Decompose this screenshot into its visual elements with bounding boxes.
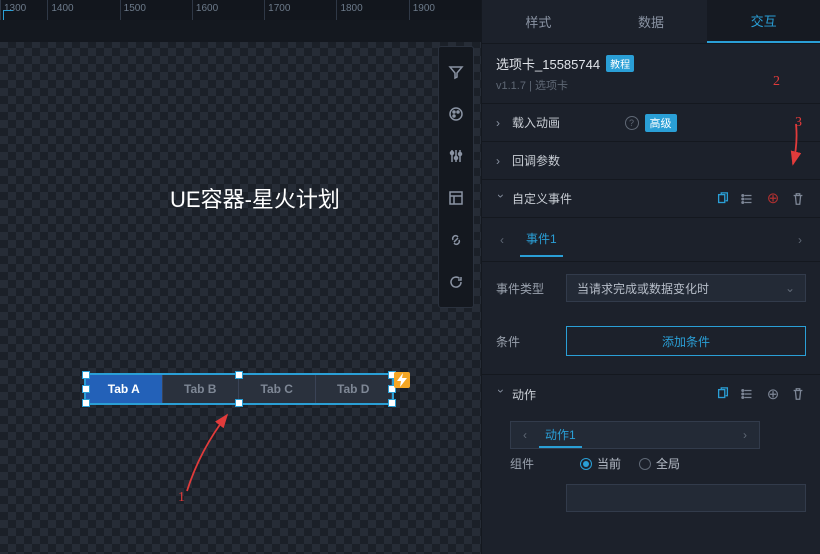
event-type-value: 当请求完成或数据变化时 bbox=[577, 280, 709, 297]
ruler-mark: 1600 bbox=[192, 0, 264, 20]
action-tabs: ‹ 动作1 › bbox=[482, 413, 820, 449]
ruler-mark: 1700 bbox=[264, 0, 336, 20]
annotation-label-1: 1 bbox=[178, 490, 185, 506]
event-type-field: 事件类型 当请求完成或数据变化时 ⌄ bbox=[482, 262, 820, 314]
advanced-tag: 高级 bbox=[645, 114, 677, 132]
event-tab-1[interactable]: 事件1 bbox=[520, 222, 563, 257]
tutorial-badge[interactable]: 教程 bbox=[606, 55, 634, 72]
sliders-icon[interactable] bbox=[438, 135, 474, 177]
event-type-label: 事件类型 bbox=[496, 280, 552, 297]
component-version: v1.1.7 bbox=[496, 80, 526, 92]
ruler-mark: 1800 bbox=[336, 0, 408, 20]
event-tabs: ‹ 事件1 › bbox=[482, 218, 820, 262]
condition-label: 条件 bbox=[496, 333, 552, 350]
action-row[interactable]: › 动作 ⊕ bbox=[482, 375, 820, 413]
tab-c[interactable]: Tab C bbox=[239, 375, 316, 403]
event-type-select[interactable]: 当请求完成或数据变化时 ⌄ bbox=[566, 274, 806, 302]
canvas-title-text: UE容器-星火计划 bbox=[165, 185, 345, 216]
copy-icon[interactable] bbox=[715, 191, 731, 207]
radio-current[interactable]: 当前 bbox=[580, 455, 621, 472]
radio-global[interactable]: 全局 bbox=[639, 455, 680, 472]
load-animation-label: 载入动画 bbox=[512, 114, 619, 131]
resize-handle[interactable] bbox=[235, 371, 243, 379]
help-icon[interactable]: ? bbox=[625, 116, 639, 130]
resize-handle[interactable] bbox=[388, 399, 396, 407]
action-label: 动作 bbox=[512, 386, 709, 403]
annotation-arrow-1 bbox=[175, 405, 245, 495]
radio-dot-icon bbox=[639, 458, 651, 470]
resize-handle[interactable] bbox=[82, 371, 90, 379]
component-type: 选项卡 bbox=[535, 80, 568, 92]
ruler-mark: 1400 bbox=[47, 0, 119, 20]
right-toolbar bbox=[438, 46, 474, 308]
add-condition-button[interactable]: 添加条件 bbox=[566, 326, 806, 356]
tab-a[interactable]: Tab A bbox=[86, 375, 163, 403]
ruler-mark: 1500 bbox=[120, 0, 192, 20]
tabs-widget[interactable]: Tab A Tab B Tab C Tab D bbox=[84, 373, 394, 405]
custom-event-label: 自定义事件 bbox=[512, 190, 709, 207]
caret-down-icon: ⌄ bbox=[785, 281, 795, 295]
link-icon[interactable] bbox=[438, 219, 474, 261]
chevron-right-icon: › bbox=[496, 154, 506, 168]
canvas-margin bbox=[0, 20, 481, 42]
next-event-icon[interactable]: › bbox=[794, 233, 806, 247]
component-header: 选项卡_15585744 教程 v1.1.7 | 选项卡 2 bbox=[482, 44, 820, 104]
chevron-right-icon: › bbox=[496, 116, 506, 130]
copy-icon[interactable] bbox=[715, 386, 731, 402]
properties-panel: 样式 数据 交互 选项卡_15585744 教程 v1.1.7 | 选项卡 2 … bbox=[481, 0, 820, 554]
canvas[interactable]: 1300 1400 1500 1600 1700 1800 1900 UE容器-… bbox=[0, 0, 481, 554]
palette-icon[interactable] bbox=[438, 93, 474, 135]
layout-icon[interactable] bbox=[438, 177, 474, 219]
delete-icon[interactable] bbox=[790, 191, 806, 207]
component-select[interactable] bbox=[566, 484, 806, 512]
prev-event-icon[interactable]: ‹ bbox=[496, 233, 508, 247]
callback-label: 回调参数 bbox=[512, 152, 806, 169]
tab-b[interactable]: Tab B bbox=[163, 375, 240, 403]
resize-handle[interactable] bbox=[82, 385, 90, 393]
add-icon[interactable]: ⊕ bbox=[765, 386, 781, 402]
list-icon[interactable] bbox=[740, 386, 756, 402]
prev-action-icon[interactable]: ‹ bbox=[519, 428, 531, 442]
ruler-origin-icon bbox=[3, 10, 13, 20]
tab-data[interactable]: 数据 bbox=[595, 0, 708, 43]
ruler: 1300 1400 1500 1600 1700 1800 1900 bbox=[0, 0, 481, 20]
custom-event-row[interactable]: › 自定义事件 ⊕ bbox=[482, 180, 820, 218]
tab-style[interactable]: 样式 bbox=[482, 0, 595, 43]
filter-icon[interactable] bbox=[438, 51, 474, 93]
next-action-icon[interactable]: › bbox=[739, 428, 751, 442]
component-field-label: 组件 bbox=[510, 455, 566, 472]
add-icon[interactable]: ⊕ bbox=[765, 191, 781, 207]
list-icon[interactable] bbox=[740, 191, 756, 207]
panel-tabs: 样式 数据 交互 bbox=[482, 0, 820, 44]
ruler-mark: 1900 bbox=[409, 0, 481, 20]
chevron-down-icon: › bbox=[494, 194, 508, 204]
chevron-down-icon: › bbox=[494, 389, 508, 399]
bolt-icon[interactable] bbox=[394, 372, 410, 388]
tab-interact[interactable]: 交互 bbox=[707, 0, 820, 43]
annotation-label-3: 3 bbox=[795, 115, 802, 131]
resize-handle[interactable] bbox=[82, 399, 90, 407]
condition-field: 条件 添加条件 bbox=[482, 314, 820, 368]
component-name: 选项卡_15585744 bbox=[496, 54, 600, 73]
action-tab-1[interactable]: 动作1 bbox=[539, 423, 582, 448]
load-animation-row[interactable]: › 载入动画 ? 高级 3 bbox=[482, 104, 820, 142]
tab-d[interactable]: Tab D bbox=[316, 375, 393, 403]
annotation-label-2: 2 bbox=[773, 74, 780, 90]
resize-handle[interactable] bbox=[235, 399, 243, 407]
callback-params-row[interactable]: › 回调参数 bbox=[482, 142, 820, 180]
refresh-icon[interactable] bbox=[438, 261, 474, 303]
delete-icon[interactable] bbox=[790, 386, 806, 402]
radio-dot-icon bbox=[580, 458, 592, 470]
